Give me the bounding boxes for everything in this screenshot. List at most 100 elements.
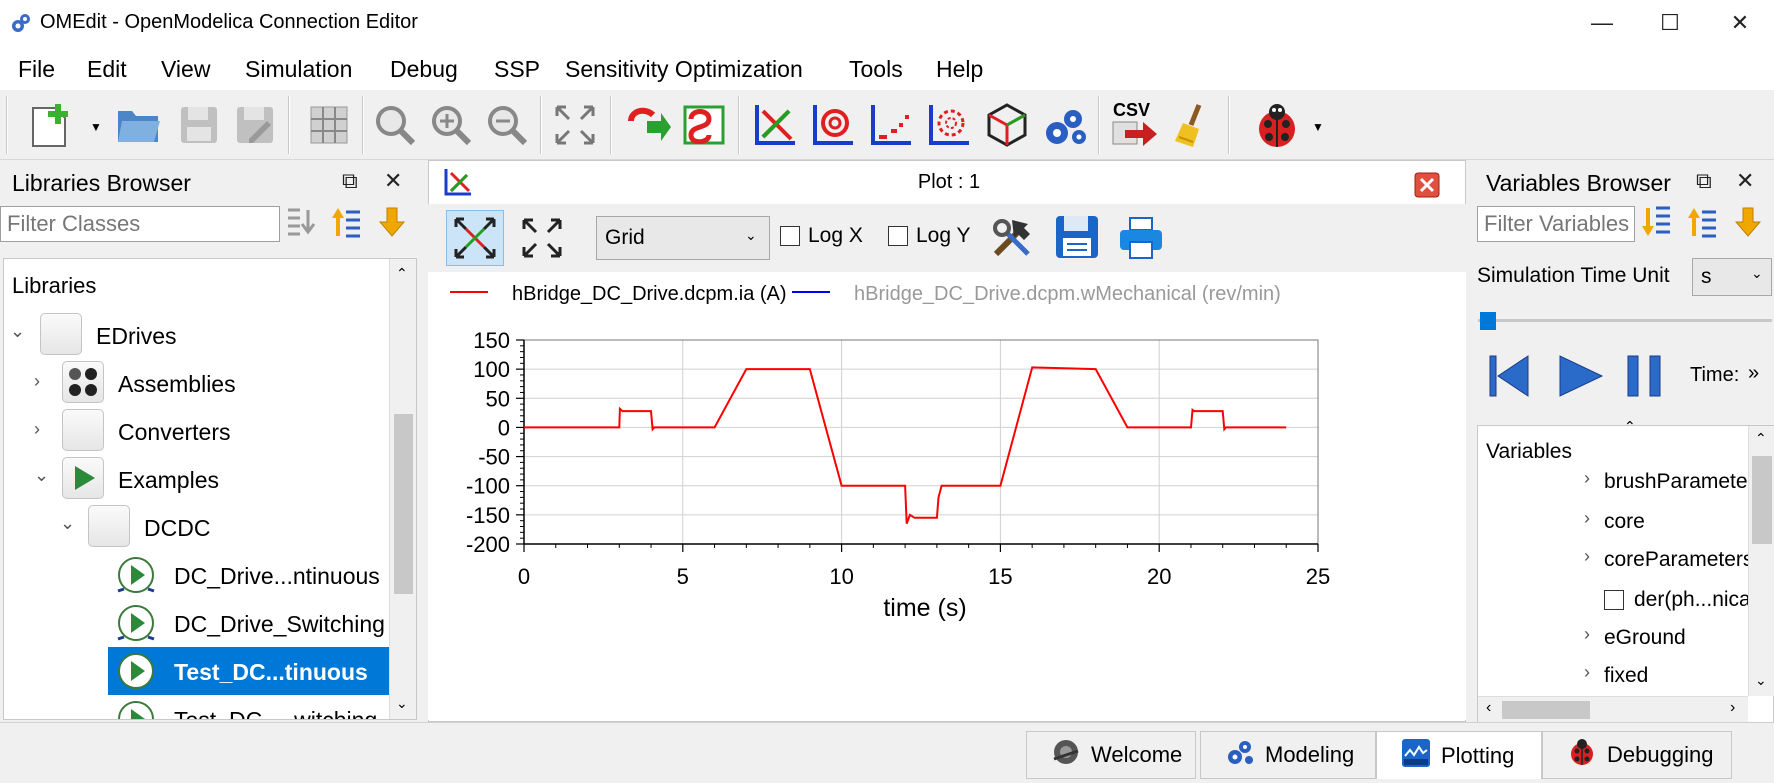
array-plot-icon[interactable]	[864, 98, 918, 152]
log-y-box[interactable]	[888, 226, 908, 246]
clear-broom-icon[interactable]	[1166, 98, 1220, 152]
close-plot-icon[interactable]	[1414, 172, 1440, 203]
chevron-right-icon[interactable]: ›	[1584, 508, 1590, 529]
more-icon[interactable]: »	[1748, 362, 1759, 385]
expand-icon[interactable]: ⌄	[60, 513, 75, 534]
filter-classes-input[interactable]: Filter Classes	[0, 206, 280, 242]
menu-ssp[interactable]: SSP	[494, 56, 540, 83]
zoom-in-icon[interactable]	[424, 98, 478, 152]
variable-item[interactable]: › coreParameters	[1478, 540, 1748, 580]
tree-item-dcdc[interactable]: ⌄ DCDC	[4, 503, 389, 551]
gears-icon[interactable]	[1038, 98, 1092, 152]
menu-debug[interactable]: Debug	[390, 56, 458, 83]
fit-in-view-button[interactable]	[446, 210, 504, 266]
menu-sensitivity-optimization[interactable]: Sensitivity Optimization	[565, 56, 803, 83]
variable-checkbox[interactable]	[1604, 590, 1624, 610]
menu-file[interactable]: File	[18, 56, 55, 83]
menu-help[interactable]: Help	[936, 56, 983, 83]
tree-item-examples[interactable]: ⌄ Examples	[4, 455, 389, 503]
simulate-setup-icon[interactable]	[678, 98, 732, 152]
variable-item[interactable]: › core	[1478, 502, 1748, 542]
log-y-checkbox[interactable]: Log Y	[888, 224, 971, 248]
scroll-down-icon[interactable]: ⌄	[396, 695, 408, 712]
scroll-left-icon[interactable]: ‹	[1486, 699, 1491, 717]
variables-tree[interactable]: ⌃ Variables ⌃ ⌄ ‹ › › brushParamete › co…	[1477, 418, 1774, 723]
collapse-all-icon[interactable]	[1640, 206, 1672, 243]
scroll-right-icon[interactable]: ›	[1730, 699, 1735, 717]
log-x-box[interactable]	[780, 226, 800, 246]
parametric-plot-icon[interactable]	[806, 98, 860, 152]
chevron-right-icon[interactable]: ›	[1584, 468, 1590, 489]
fit-to-window-icon[interactable]	[548, 98, 602, 152]
tab-debugging[interactable]: Debugging	[1542, 731, 1732, 779]
tree-item-test-dc-switching[interactable]: Test_DC_...witching	[4, 695, 389, 719]
export-csv-icon[interactable]: CSV	[1108, 98, 1162, 152]
grid-select[interactable]: Grid ⌄	[596, 216, 770, 260]
open-folder-icon[interactable]	[112, 98, 166, 152]
variable-item[interactable]: › eGround	[1478, 618, 1748, 658]
expand-icon[interactable]: ⌄	[10, 321, 25, 342]
plot-area[interactable]: hBridge_DC_Drive.dcpm.ia (A) hBridge_DC_D…	[428, 272, 1466, 720]
save-icon[interactable]	[172, 98, 226, 152]
tree-item-converters[interactable]: › Converters	[4, 407, 389, 455]
chart[interactable]: hBridge_DC_Drive.dcpm.ia (A) hBridge_DC_D…	[428, 272, 1466, 720]
variable-item[interactable]: › brushParamete	[1478, 462, 1748, 502]
arrow-down-icon[interactable]	[378, 206, 406, 243]
slider-handle[interactable]	[1480, 312, 1496, 330]
variable-item[interactable]: der(ph...nica	[1478, 580, 1748, 620]
log-x-checkbox[interactable]: Log X	[780, 224, 863, 248]
expand-icon[interactable]: ⌄	[34, 465, 49, 486]
scroll-up-icon[interactable]: ⌃	[1755, 430, 1767, 447]
maximize-button[interactable]: ☐	[1640, 6, 1700, 40]
libraries-tree[interactable]: Libraries ⌃ ⌄ ⌄ EDrives › Assemblies › C…	[3, 258, 417, 720]
tab-plotting[interactable]: Plotting	[1376, 731, 1542, 779]
rewind-icon[interactable]	[1488, 352, 1530, 405]
vertical-scrollbar[interactable]: ⌃ ⌄	[1748, 426, 1774, 696]
close-button[interactable]: ✕	[1710, 6, 1770, 40]
variable-item[interactable]: › fixed	[1478, 656, 1748, 696]
minimize-button[interactable]: —	[1572, 6, 1632, 40]
save-plot-icon[interactable]	[1054, 214, 1100, 265]
fit-all-icon[interactable]	[514, 210, 570, 266]
chevron-down-icon[interactable]: ▼	[1312, 120, 1324, 134]
scrollbar-thumb[interactable]	[1752, 456, 1772, 544]
close-icon[interactable]: ✕	[384, 168, 402, 194]
play-icon[interactable]	[1558, 352, 1604, 405]
grid-icon[interactable]	[302, 98, 356, 152]
tab-modeling[interactable]: Modeling	[1200, 731, 1376, 779]
close-icon[interactable]: ✕	[1736, 168, 1754, 194]
arrow-down-icon[interactable]	[1734, 206, 1762, 243]
chevron-right-icon[interactable]: ›	[34, 419, 40, 440]
tree-item-edrives[interactable]: ⌄ EDrives	[4, 311, 389, 359]
float-icon[interactable]: ⧉	[342, 168, 358, 194]
expand-all-icon[interactable]	[330, 206, 362, 243]
menu-tools[interactable]: Tools	[849, 56, 903, 83]
tree-item-assemblies[interactable]: › Assemblies	[4, 359, 389, 407]
tree-scrollbar[interactable]: ⌃ ⌄	[389, 259, 416, 719]
menu-edit[interactable]: Edit	[87, 56, 127, 83]
tree-item-dc-drive-continuous[interactable]: DC_Drive...ntinuous	[4, 551, 389, 599]
filter-variables-input[interactable]: Filter Variables	[1477, 206, 1635, 242]
scroll-up-icon[interactable]: ⌃	[396, 265, 408, 282]
new-file-icon[interactable]	[24, 98, 78, 152]
plot-setup-icon[interactable]	[988, 214, 1036, 267]
chevron-right-icon[interactable]: ›	[1584, 662, 1590, 683]
scroll-down-icon[interactable]: ⌄	[1755, 672, 1767, 689]
tree-item-dc-drive-switching[interactable]: DC_Drive_Switching	[4, 599, 389, 647]
array-parametric-plot-icon[interactable]	[922, 98, 976, 152]
time-unit-select[interactable]: s ⌄	[1692, 258, 1772, 296]
zoom-icon[interactable]	[368, 98, 422, 152]
scrollbar-thumb[interactable]	[1502, 701, 1590, 719]
tab-welcome[interactable]: Welcome	[1026, 731, 1196, 779]
scrollbar-thumb[interactable]	[394, 414, 413, 594]
float-icon[interactable]: ⧉	[1696, 168, 1712, 194]
print-icon[interactable]	[1118, 214, 1164, 265]
simulate-icon[interactable]	[622, 98, 676, 152]
plot-icon[interactable]	[748, 98, 802, 152]
expand-all-icon[interactable]	[1686, 206, 1718, 243]
menu-view[interactable]: View	[161, 56, 210, 83]
debug-ladybug-icon[interactable]	[1250, 98, 1304, 152]
chevron-right-icon[interactable]: ›	[1584, 546, 1590, 567]
zoom-out-icon[interactable]	[480, 98, 534, 152]
pause-icon[interactable]	[1624, 352, 1666, 405]
